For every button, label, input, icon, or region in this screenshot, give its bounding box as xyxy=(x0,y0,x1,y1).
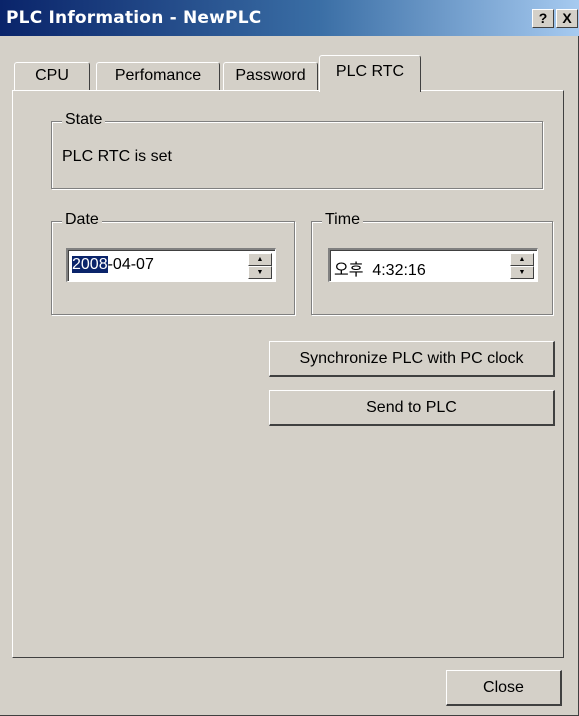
date-group-label: Date xyxy=(62,211,102,229)
window-title: PLC Information - NewPLC xyxy=(6,8,262,28)
date-rest: -04-07 xyxy=(107,256,154,273)
spin-down-icon[interactable]: ▼ xyxy=(248,266,272,279)
time-picker[interactable]: 오후 4:32:16 ▲ ▼ xyxy=(328,248,538,282)
time-group: Time 오후 4:32:16 ▲ ▼ xyxy=(311,211,553,315)
date-picker[interactable]: 2008-04-07 ▲ ▼ xyxy=(66,248,276,282)
spin-down-icon[interactable]: ▼ xyxy=(510,266,534,279)
date-value[interactable]: 2008-04-07 xyxy=(72,256,154,274)
tab-cpu[interactable]: CPU xyxy=(14,62,90,90)
plc-information-dialog: PLC Information - NewPLC ? X CPU Perfoma… xyxy=(0,0,579,716)
date-spinner[interactable]: ▲ ▼ xyxy=(248,253,272,279)
state-text: PLC RTC is set xyxy=(62,148,172,165)
time-value[interactable]: 오후 4:32:16 xyxy=(334,256,426,280)
state-group-label: State xyxy=(62,111,106,129)
help-button[interactable]: ? xyxy=(532,9,554,28)
time-spinner[interactable]: ▲ ▼ xyxy=(510,253,534,279)
synchronize-button[interactable]: Synchronize PLC with PC clock xyxy=(269,341,555,377)
plc-rtc-panel: State PLC RTC is set Date 2008-04-07 ▲ ▼… xyxy=(12,90,564,658)
date-group: Date 2008-04-07 ▲ ▼ xyxy=(51,211,295,315)
tab-perfomance[interactable]: Perfomance xyxy=(96,62,220,90)
title-bar[interactable]: PLC Information - NewPLC ? X xyxy=(0,0,579,36)
send-to-plc-button[interactable]: Send to PLC xyxy=(269,390,555,426)
close-window-button[interactable]: X xyxy=(556,9,578,28)
spin-up-icon[interactable]: ▲ xyxy=(510,253,534,266)
date-year-selected: 2008 xyxy=(72,256,108,273)
close-button[interactable]: Close xyxy=(446,670,562,706)
tab-password[interactable]: Password xyxy=(223,62,318,90)
time-group-label: Time xyxy=(322,211,363,229)
state-group: State PLC RTC is set xyxy=(51,111,543,189)
tab-plc-rtc[interactable]: PLC RTC xyxy=(319,55,421,92)
spin-up-icon[interactable]: ▲ xyxy=(248,253,272,266)
